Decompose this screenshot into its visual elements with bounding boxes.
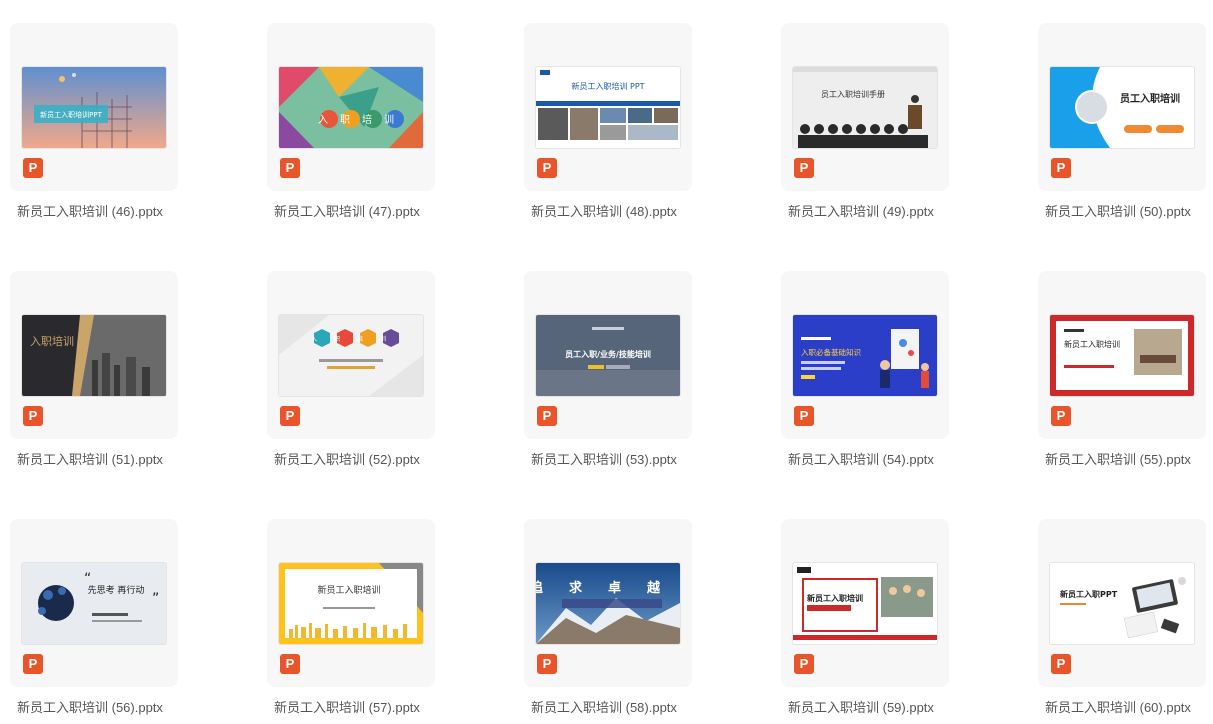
file-name[interactable]: 新员工入职培训 (48).pptx bbox=[531, 201, 701, 220]
slide-preview-51: 入职培训 bbox=[22, 315, 166, 396]
slide-preview-48: 新员工入职培训 PPT bbox=[536, 67, 680, 148]
file-tile[interactable]: 入职培训 P bbox=[267, 23, 435, 191]
powerpoint-icon: P bbox=[23, 406, 43, 426]
slide-preview-55: 新员工入职培训 bbox=[1050, 315, 1194, 396]
slide-thumbnail: 新员工入职培训 bbox=[1050, 315, 1194, 396]
slide-thumbnail: 入职培训 bbox=[279, 67, 423, 148]
file-tile[interactable]: 入职培训 P bbox=[267, 271, 435, 439]
file-name[interactable]: 新员工入职培训 (56).pptx bbox=[17, 697, 187, 716]
slide-title: 入职培训 bbox=[30, 334, 74, 348]
file-tile[interactable]: 追求卓越 P bbox=[524, 519, 692, 687]
slide-title: 追求卓越 bbox=[536, 580, 680, 596]
slide-preview-47: 入职培训 bbox=[279, 67, 423, 148]
file-tile[interactable]: 员工入职培训手册 P bbox=[781, 23, 949, 191]
file-tile[interactable]: 新员工入职培训 P bbox=[781, 519, 949, 687]
slide-preview-59: 新员工入职培训 bbox=[793, 563, 937, 644]
slide-preview-52: 入职培训 bbox=[279, 315, 423, 396]
file-name[interactable]: 新员工入职培训 (47).pptx bbox=[274, 201, 444, 220]
slide-thumbnail: 追求卓越 bbox=[536, 563, 680, 644]
file-tile[interactable]: 入职必备基础知识 P bbox=[781, 271, 949, 439]
powerpoint-icon: P bbox=[794, 406, 814, 426]
file-tile[interactable]: 新员工入职培训 P bbox=[267, 519, 435, 687]
file-tile[interactable]: 新员工入职培训 P bbox=[1038, 271, 1206, 439]
file-name[interactable]: 新员工入职培训 (46).pptx bbox=[17, 201, 187, 220]
slide-title: 入职培训 bbox=[318, 113, 406, 126]
slide-thumbnail: 新员工入职培训PPT bbox=[22, 67, 166, 148]
file-name[interactable]: 新员工入职培训 (51).pptx bbox=[17, 449, 187, 468]
slide-title: 员工入职/业务/技能培训 bbox=[565, 349, 651, 359]
slide-thumbnail: 入职必备基础知识 bbox=[793, 315, 937, 396]
file-name[interactable]: 新员工入职培训 (50).pptx bbox=[1045, 201, 1213, 220]
slide-preview-58: 追求卓越 bbox=[536, 563, 680, 644]
file-tile[interactable]: 员工入职/业务/技能培训 P bbox=[524, 271, 692, 439]
file-name[interactable]: 新员工入职培训 (59).pptx bbox=[788, 697, 958, 716]
slide-title: 新员工入职培训 bbox=[807, 593, 863, 603]
file-tile[interactable]: 员工入职培训 P bbox=[1038, 23, 1206, 191]
slide-thumbnail: 新员工入职PPT bbox=[1050, 563, 1194, 644]
file-name[interactable]: 新员工入职培训 (55).pptx bbox=[1045, 449, 1213, 468]
slide-thumbnail: 先思考 再行动 “ ” bbox=[22, 563, 166, 644]
file-tile[interactable]: 新员工入职PPT P bbox=[1038, 519, 1206, 687]
slide-title: 员工入职培训手册 bbox=[821, 89, 885, 99]
slide-preview-46: 新员工入职培训PPT bbox=[22, 67, 166, 148]
slide-title: 入职培训 bbox=[311, 335, 403, 343]
file-name[interactable]: 新员工入职培训 (60).pptx bbox=[1045, 697, 1213, 716]
file-name[interactable]: 新员工入职培训 (58).pptx bbox=[531, 697, 701, 716]
slide-title: 入职必备基础知识 bbox=[801, 347, 861, 357]
slide-preview-50: 员工入职培训 bbox=[1050, 67, 1194, 148]
file-name[interactable]: 新员工入职培训 (52).pptx bbox=[274, 449, 444, 468]
powerpoint-icon: P bbox=[280, 158, 300, 178]
slide-preview-54: 入职必备基础知识 bbox=[793, 315, 937, 396]
powerpoint-icon: P bbox=[794, 654, 814, 674]
slide-title: 新员工入职培训PPT bbox=[40, 110, 102, 119]
file-name[interactable]: 新员工入职培训 (49).pptx bbox=[788, 201, 958, 220]
slide-thumbnail: 新员工入职培训 bbox=[279, 563, 423, 644]
slide-thumbnail: 入职培训 bbox=[22, 315, 166, 396]
powerpoint-icon: P bbox=[1051, 654, 1071, 674]
slide-title: 新员工入职培训 bbox=[317, 584, 380, 596]
file-name[interactable]: 新员工入职培训 (57).pptx bbox=[274, 697, 444, 716]
powerpoint-icon: P bbox=[537, 654, 557, 674]
slide-preview-56: 先思考 再行动 “ ” bbox=[22, 563, 166, 644]
powerpoint-icon: P bbox=[23, 654, 43, 674]
file-name[interactable]: 新员工入职培训 (53).pptx bbox=[531, 449, 701, 468]
powerpoint-icon: P bbox=[23, 158, 43, 178]
powerpoint-icon: P bbox=[537, 158, 557, 178]
slide-preview-60: 新员工入职PPT bbox=[1050, 563, 1194, 644]
powerpoint-icon: P bbox=[280, 654, 300, 674]
slide-preview-57: 新员工入职培训 bbox=[279, 563, 423, 644]
slide-thumbnail: 新员工入职培训 bbox=[793, 563, 937, 644]
svg-text:“: “ bbox=[84, 571, 91, 587]
slide-title: 先思考 再行动 bbox=[88, 584, 145, 596]
powerpoint-icon: P bbox=[280, 406, 300, 426]
file-tile[interactable]: 新员工入职培训PPT P bbox=[10, 23, 178, 191]
file-tile[interactable]: 新员工入职培训 PPT P bbox=[524, 23, 692, 191]
powerpoint-icon: P bbox=[537, 406, 557, 426]
slide-title: 员工入职培训 bbox=[1120, 92, 1180, 105]
file-grid: 新员工入职培训PPT P 新员工入职培训 (46).pptx 入职培训 P 新员… bbox=[0, 0, 1213, 724]
slide-preview-49: 员工入职培训手册 bbox=[793, 67, 937, 148]
slide-thumbnail: 新员工入职培训 PPT bbox=[536, 67, 680, 148]
slide-thumbnail: 员工入职/业务/技能培训 bbox=[536, 315, 680, 396]
slide-thumbnail: 入职培训 bbox=[279, 315, 423, 396]
powerpoint-icon: P bbox=[1051, 406, 1071, 426]
slide-title: 新员工入职PPT bbox=[1060, 589, 1118, 599]
slide-title: 新员工入职培训 bbox=[1064, 339, 1120, 349]
powerpoint-icon: P bbox=[794, 158, 814, 178]
slide-thumbnail: 员工入职培训 bbox=[1050, 67, 1194, 148]
slide-title: 新员工入职培训 PPT bbox=[571, 81, 644, 91]
file-tile[interactable]: 先思考 再行动 “ ” P bbox=[10, 519, 178, 687]
powerpoint-icon: P bbox=[1051, 158, 1071, 178]
slide-preview-53: 员工入职/业务/技能培训 bbox=[536, 315, 680, 396]
svg-text:”: ” bbox=[152, 591, 159, 607]
file-name[interactable]: 新员工入职培训 (54).pptx bbox=[788, 449, 958, 468]
file-tile[interactable]: 入职培训 P bbox=[10, 271, 178, 439]
slide-thumbnail: 员工入职培训手册 bbox=[793, 67, 937, 148]
